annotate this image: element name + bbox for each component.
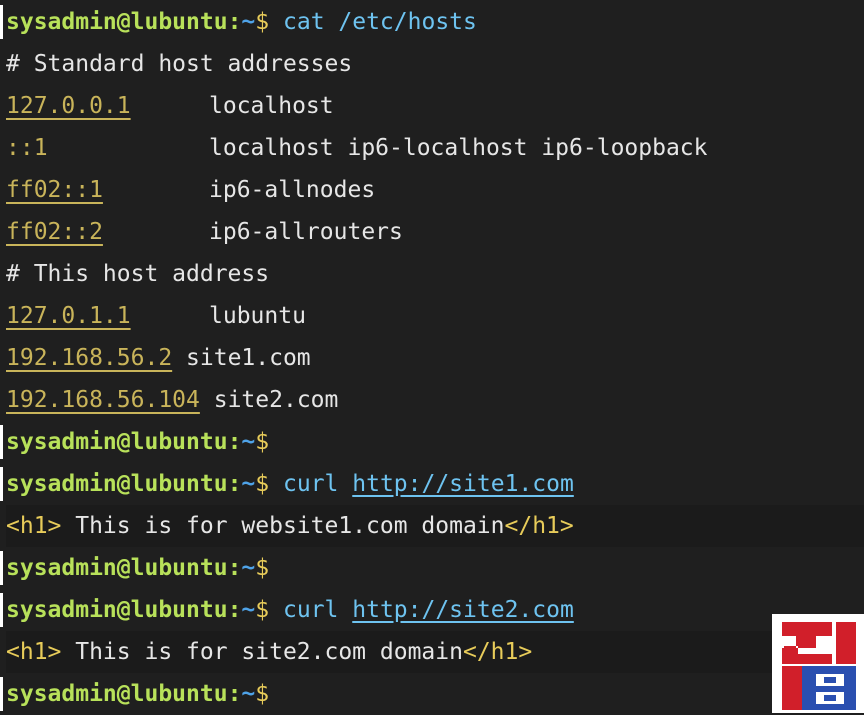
prompt-path: ~ (241, 681, 256, 707)
terminal-line: # Standard host addresses (6, 43, 864, 85)
line-marker (0, 425, 3, 459)
prompt-symbol: $ (255, 681, 270, 707)
terminal-line: <h1> This is for site2.com domain </h1> (6, 631, 864, 673)
prompt-separator: : (227, 9, 242, 35)
line-marker (0, 5, 3, 39)
host-names: ip6-allrouters (209, 219, 403, 245)
prompt-userhost: sysadmin@lubuntu (6, 555, 228, 581)
terminal-line: sysadmin@lubuntu: ~ $ (0, 421, 864, 463)
prompt-separator: : (227, 429, 242, 455)
html-text: This is for website1.com domain (61, 513, 505, 539)
host-ip: 192.168.56.2 (6, 345, 173, 371)
prompt-path: ~ (241, 471, 256, 497)
site-logo-icon (772, 614, 864, 713)
host-names: site2.com (213, 387, 339, 413)
terminal-line: # This host address (6, 253, 864, 295)
hosts-entry: ff02::1 ip6-allnodes (6, 169, 864, 211)
terminal-line: sysadmin@lubuntu: ~ $ cat /etc/hosts (0, 1, 864, 43)
html-close-tag: </h1> (462, 639, 533, 665)
host-ip: 192.168.56.104 (6, 387, 200, 413)
terminal-line: sysadmin@lubuntu: ~ $ (0, 673, 864, 715)
terminal-line: <h1> This is for website1.com domain </h1… (6, 505, 864, 547)
hosts-entry: 192.168.56.104 site2.com (6, 379, 864, 421)
prompt-symbol: $ (255, 471, 270, 497)
url-link[interactable]: http://site1.com (352, 463, 574, 505)
html-close-tag: </h1> (504, 513, 574, 539)
host-ip: ::1 (6, 135, 48, 161)
prompt-userhost: sysadmin@lubuntu (6, 9, 228, 35)
prompt-path: ~ (241, 429, 256, 455)
line-marker (0, 467, 3, 501)
terminal-line: sysadmin@lubuntu: ~ $ (0, 547, 864, 589)
host-ip: 127.0.0.1 (6, 93, 131, 119)
prompt-userhost: sysadmin@lubuntu (6, 429, 228, 455)
prompt-path: ~ (241, 555, 256, 581)
prompt-separator: : (227, 471, 242, 497)
prompt-path: ~ (241, 9, 256, 35)
url-link[interactable]: http://site2.com (352, 589, 574, 631)
hosts-entry: 192.168.56.2 site1.com (6, 337, 864, 379)
html-open-tag: <h1> (6, 513, 62, 539)
prompt-separator: : (227, 597, 242, 623)
terminal-line: sysadmin@lubuntu: ~ $ curl http://site2.co… (0, 589, 864, 631)
hosts-entry: 127.0.0.1 localhost (6, 85, 864, 127)
hosts-entry: ::1 localhost ip6-localhost ip6-loopback (6, 127, 864, 169)
prompt-symbol: $ (255, 555, 270, 581)
host-names: site1.com (186, 345, 311, 371)
host-ip: ff02::2 (6, 219, 103, 245)
hosts-entry: ff02::2 ip6-allrouters (6, 211, 864, 253)
hosts-comment: # Standard host addresses (6, 51, 353, 77)
prompt-symbol: $ (255, 429, 270, 455)
prompt-symbol: $ (255, 597, 270, 623)
prompt-separator: : (227, 555, 242, 581)
terminal-window[interactable]: sysadmin@lubuntu: ~ $ cat /etc/hosts # Sta… (0, 0, 864, 713)
command-text: cat /etc/hosts (283, 9, 477, 35)
host-names: lubuntu (209, 303, 306, 329)
hosts-comment: # This host address (6, 261, 270, 287)
prompt-userhost: sysadmin@lubuntu (6, 471, 228, 497)
host-names: ip6-allnodes (209, 177, 376, 203)
host-ip: 127.0.1.1 (6, 303, 131, 329)
prompt-symbol: $ (255, 9, 270, 35)
prompt-separator: : (227, 681, 242, 707)
line-marker (0, 551, 3, 585)
line-marker (0, 593, 3, 627)
html-open-tag: <h1> (6, 639, 62, 665)
command-text: curl (283, 597, 339, 623)
host-ip: ff02::1 (6, 177, 103, 203)
line-marker (0, 677, 3, 711)
html-text: This is for site2.com domain (61, 639, 463, 665)
host-names: localhost (209, 93, 334, 119)
command-text: curl (283, 471, 339, 497)
host-names: localhost ip6-localhost ip6-loopback (209, 135, 708, 161)
terminal-line: sysadmin@lubuntu: ~ $ curl http://site1.co… (0, 463, 864, 505)
prompt-path: ~ (241, 597, 256, 623)
prompt-userhost: sysadmin@lubuntu (6, 597, 228, 623)
prompt-userhost: sysadmin@lubuntu (6, 681, 228, 707)
hosts-entry: 127.0.1.1 lubuntu (6, 295, 864, 337)
